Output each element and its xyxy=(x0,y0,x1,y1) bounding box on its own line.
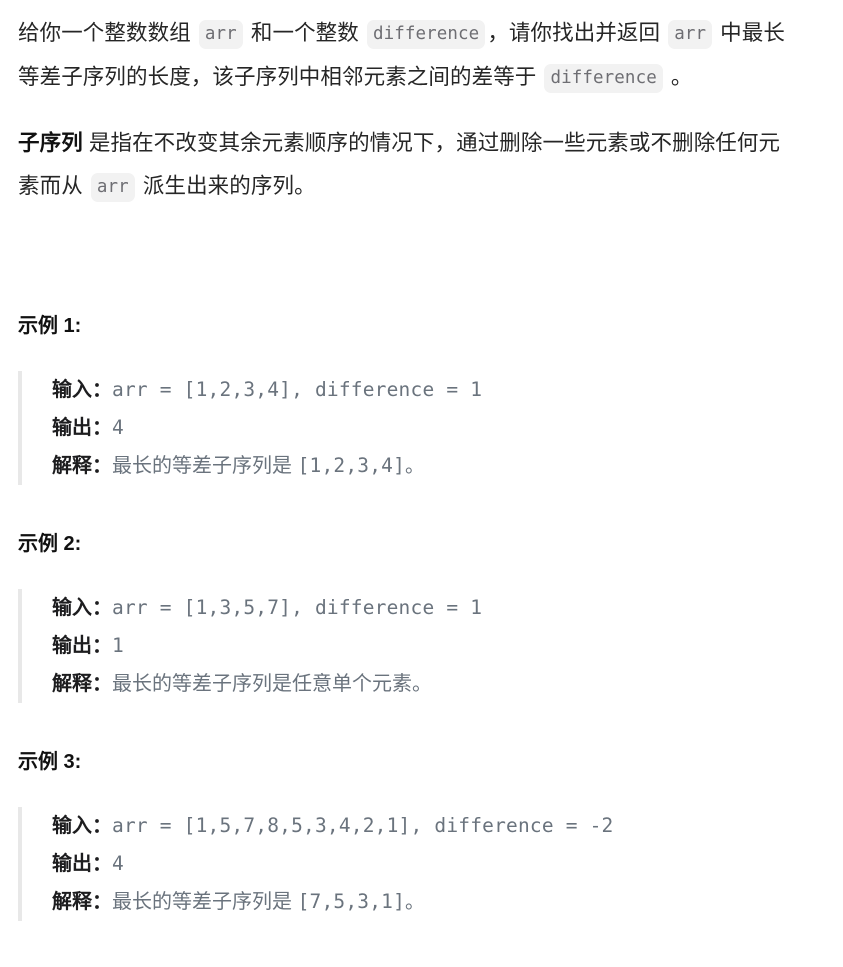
inline-code-arr-3: arr xyxy=(90,173,135,202)
description-paragraph-2: 子序列 是指在不改变其余元素顺序的情况下，通过删除一些元素或不删除任何元素而从 … xyxy=(18,122,793,209)
example-1-input-value: arr = [1,2,3,4], difference = 1 xyxy=(112,378,483,401)
example-3-input-line: 输入：arr = [1,5,7,8,5,3,4,2,1], difference… xyxy=(52,807,793,845)
example-3-output-line: 输出：4 xyxy=(52,845,793,883)
example-2-explain-text: 最长的等差子序列是任意单个元素。 xyxy=(112,673,432,695)
example-1-output-line: 输出：4 xyxy=(52,409,793,447)
example-1-input-line: 输入：arr = [1,2,3,4], difference = 1 xyxy=(52,371,793,409)
example-2-output-value: 1 xyxy=(112,634,124,657)
example-3-output-value: 4 xyxy=(112,852,124,875)
inline-code-difference-2: difference xyxy=(544,64,663,93)
inline-code-difference: difference xyxy=(366,20,486,49)
example-3-explain-text: 最长的等差子序列是 xyxy=(112,891,298,913)
example-1-input-label: 输入： xyxy=(52,379,112,401)
description-paragraph-1: 给你一个整数数组 arr 和一个整数 difference ，请你找出并返回 ar… xyxy=(18,12,793,100)
example-2-explain-line: 解释：最长的等差子序列是任意单个元素。 xyxy=(52,665,793,703)
example-2-input-value: arr = [1,3,5,7], difference = 1 xyxy=(112,596,483,619)
example-2-title: 示例 2: xyxy=(18,533,82,555)
example-2-input-line: 输入：arr = [1,3,5,7], difference = 1 xyxy=(52,589,793,627)
example-1-output-label: 输出： xyxy=(52,417,112,439)
example-2-output-line: 输出：1 xyxy=(52,627,793,665)
paragraph1-segment-5: 。 xyxy=(664,65,693,89)
paragraph1-segment-2: 和一个整数 xyxy=(244,21,365,45)
example-1-output-value: 4 xyxy=(112,416,124,439)
example-3-explain-label: 解释： xyxy=(52,891,112,913)
example-2-output-label: 输出： xyxy=(52,635,112,657)
example-1-explain-text: 最长的等差子序列是 xyxy=(112,455,298,477)
example-3-output-label: 输出： xyxy=(52,853,112,875)
example-1-block: 输入：arr = [1,2,3,4], difference = 1 输出：4 … xyxy=(18,371,793,485)
inline-code-arr-2: arr xyxy=(668,20,713,49)
example-3-explain-code: [7,5,3,1]。 xyxy=(297,890,425,913)
example-2-block: 输入：arr = [1,3,5,7], difference = 1 输出：1 … xyxy=(18,589,793,703)
problem-description-page: 给你一个整数数组 arr 和一个整数 difference ，请你找出并返回 ar… xyxy=(0,0,843,921)
example-1-explain-label: 解释： xyxy=(52,455,112,477)
example-1-explain-line: 解释：最长的等差子序列是 [1,2,3,4]。 xyxy=(52,447,793,485)
example-3-title: 示例 3: xyxy=(18,751,82,773)
example-3-input-value: arr = [1,5,7,8,5,3,4,2,1], difference = … xyxy=(112,814,614,837)
example-1-title: 示例 1: xyxy=(18,315,82,337)
paragraph1-segment-1: 给你一个整数数组 xyxy=(18,21,197,45)
paragraph2-segment-2: 派生出来的序列。 xyxy=(136,174,316,198)
example-2-input-label: 输入： xyxy=(52,597,112,619)
inline-code-arr: arr xyxy=(198,20,243,49)
subsequence-term: 子序列 xyxy=(18,131,83,155)
example-3-block: 输入：arr = [1,5,7,8,5,3,4,2,1], difference… xyxy=(18,807,793,921)
paragraph1-segment-3: ，请你找出并返回 xyxy=(487,21,667,45)
example-3-input-label: 输入： xyxy=(52,815,112,837)
example-1-explain-code: [1,2,3,4]。 xyxy=(297,454,425,477)
example-2-explain-label: 解释： xyxy=(52,673,112,695)
example-3-explain-line: 解释：最长的等差子序列是 [7,5,3,1]。 xyxy=(52,883,793,921)
